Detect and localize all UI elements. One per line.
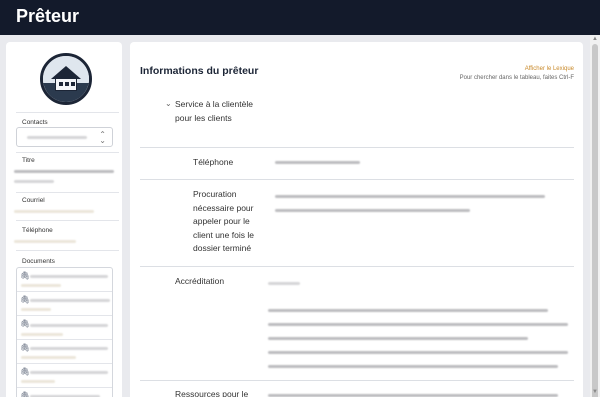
- divider: [140, 147, 574, 148]
- page-title: Informations du prêteur: [140, 65, 259, 77]
- telephone-value: [14, 240, 76, 243]
- titre-value-line2: [14, 180, 54, 183]
- lender-logo: [40, 53, 92, 105]
- scroll-up-icon[interactable]: ▲: [592, 36, 598, 42]
- updown-chevron-icon: ⌃ ⌄: [99, 130, 106, 145]
- app-header: Prêteur: [0, 0, 600, 35]
- scroll-down-icon[interactable]: ▼: [592, 389, 598, 395]
- paperclip-icon: 🖇: [20, 319, 31, 328]
- courriel-label: Courriel: [22, 197, 45, 204]
- row-accreditation-value: [268, 282, 300, 285]
- paperclip-icon: 🖇: [20, 343, 31, 352]
- contacts-select[interactable]: ⌃ ⌄: [16, 127, 113, 147]
- row-telephone-value: [275, 161, 360, 164]
- row-procuration-label: Procuration nécessaire pour appeler pour…: [193, 189, 254, 253]
- chevron-down-icon[interactable]: ⌄: [165, 99, 172, 108]
- show-lexicon-link[interactable]: Afficher le Lexique: [525, 66, 574, 72]
- row-procuration-value-line2: [275, 209, 470, 212]
- divider: [16, 250, 119, 251]
- paperclip-icon: 🖇: [20, 391, 31, 397]
- documents-label: Documents: [22, 258, 55, 265]
- divider: [140, 179, 574, 180]
- contacts-label: Contacts: [22, 119, 48, 126]
- scrollbar-thumb[interactable]: [592, 44, 598, 397]
- section-customer-service-title[interactable]: Service à la clientèle pour les clients: [175, 98, 255, 125]
- app-title: Prêteur: [16, 6, 80, 26]
- accreditation-line: [268, 337, 528, 340]
- row-procuration-value: [275, 195, 545, 198]
- document-item[interactable]: 🖇: [17, 388, 112, 397]
- divider: [16, 152, 119, 153]
- document-item[interactable]: 🖇: [17, 292, 112, 316]
- document-item[interactable]: 🖇: [17, 316, 112, 340]
- divider: [140, 266, 574, 267]
- telephone-label: Téléphone: [22, 227, 53, 234]
- lender-sidebar: Contacts ⌃ ⌄ Titre Courriel Téléphone Doc…: [6, 42, 122, 397]
- accreditation-line: [268, 365, 558, 368]
- paperclip-icon: 🖇: [20, 295, 31, 304]
- documents-list: 🖇 🖇 🖇 🖇 🖇 🖇: [16, 267, 113, 397]
- paperclip-icon: 🖇: [20, 367, 31, 376]
- paperclip-icon: 🖇: [20, 271, 31, 280]
- document-item[interactable]: 🖇: [17, 364, 112, 388]
- lender-info-panel: Informations du prêteur Afficher le Lexi…: [130, 42, 583, 397]
- document-item[interactable]: 🖇: [17, 340, 112, 364]
- row-telephone-label: Téléphone: [193, 157, 234, 167]
- page-scrollbar[interactable]: ▲ ▼: [590, 35, 600, 397]
- accreditation-line: [268, 351, 568, 354]
- divider: [16, 112, 119, 113]
- divider: [140, 380, 574, 381]
- section-resources-title[interactable]: Ressources pour le: [175, 388, 248, 397]
- titre-label: Titre: [22, 157, 35, 164]
- divider: [16, 192, 119, 193]
- accreditation-line: [268, 309, 548, 312]
- search-hint: Pour chercher dans le tableau, faites Ct…: [459, 75, 574, 81]
- divider: [16, 220, 119, 221]
- titre-value: [14, 170, 114, 173]
- accreditation-line: [268, 323, 568, 326]
- document-item[interactable]: 🖇: [17, 268, 112, 292]
- row-accreditation-label: Accréditation: [175, 276, 225, 286]
- courriel-value[interactable]: [14, 210, 94, 213]
